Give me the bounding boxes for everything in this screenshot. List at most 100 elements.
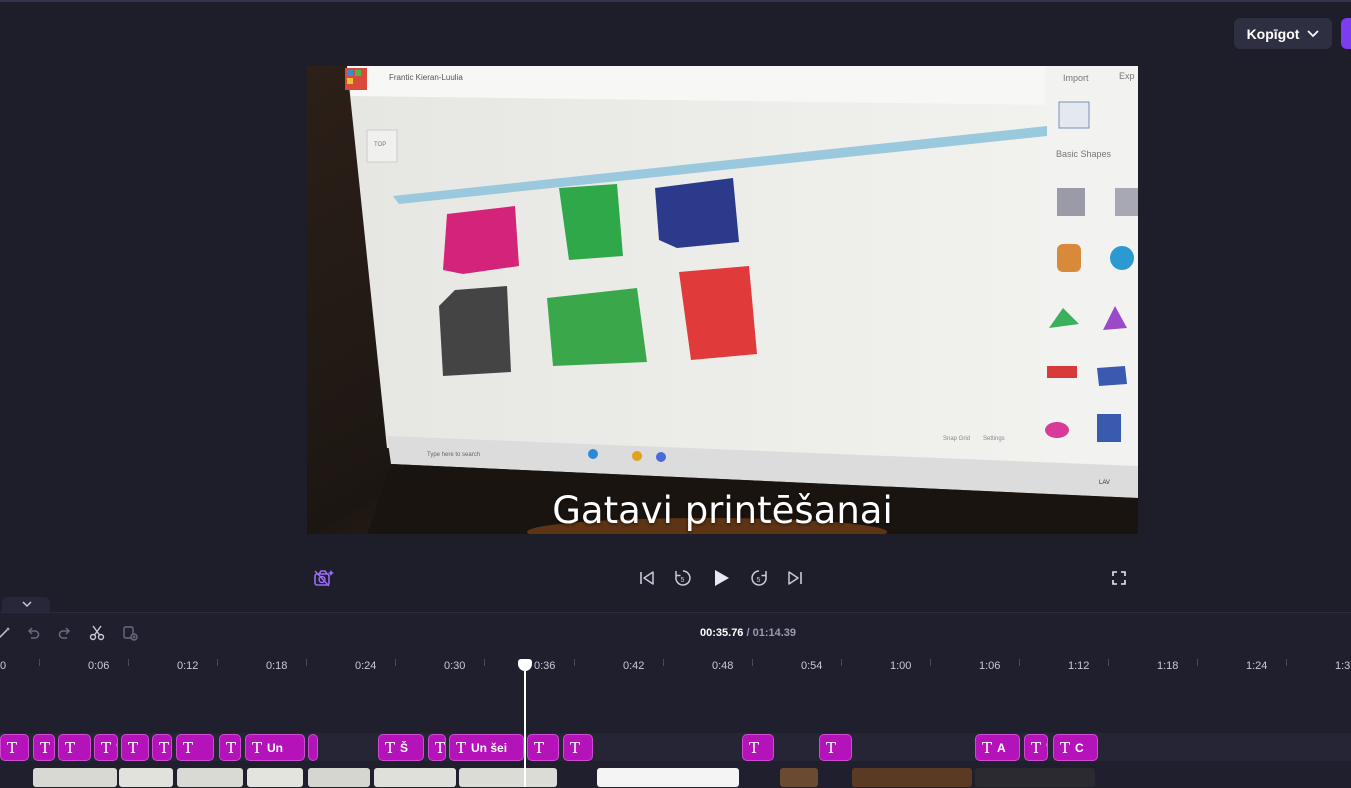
timeline-panel bbox=[0, 612, 1351, 788]
ruler-tick-label: 1:00 bbox=[890, 660, 912, 672]
camera-off-sparkle-icon[interactable] bbox=[313, 567, 335, 589]
scissors-icon[interactable] bbox=[88, 624, 106, 642]
text-clip[interactable]: T bbox=[742, 734, 774, 761]
ruler-tick-label: 0:24 bbox=[355, 660, 377, 672]
text-clip[interactable]: TA bbox=[975, 734, 1020, 761]
text-clip-label: Š bbox=[400, 740, 409, 755]
video-thumbnail[interactable] bbox=[374, 768, 456, 787]
text-clip[interactable]: TC bbox=[1053, 734, 1098, 761]
ruler-tick-label: 1:18 bbox=[1157, 660, 1179, 672]
view-cube-label: TOP bbox=[374, 142, 386, 148]
ruler-tick-label: 1:12 bbox=[1068, 660, 1090, 672]
text-clip[interactable]: T bbox=[819, 734, 852, 761]
text-clip[interactable]: T Un bbox=[245, 734, 305, 761]
ruler-tick-label: 0:54 bbox=[801, 660, 823, 672]
export-button[interactable]: Kopīgot bbox=[1234, 18, 1332, 49]
text-type-icon: T bbox=[385, 738, 396, 757]
rewind-5-icon[interactable]: 5 bbox=[673, 568, 693, 588]
ruler-tick-mark bbox=[663, 659, 664, 666]
text-type-icon: T bbox=[159, 738, 170, 757]
skip-back-icon[interactable] bbox=[637, 568, 657, 588]
text-type-icon: T bbox=[40, 738, 51, 757]
text-type-icon: T bbox=[749, 738, 760, 757]
chevron-down-icon bbox=[1307, 29, 1320, 37]
text-type-icon: T bbox=[982, 738, 993, 757]
text-clip-label: Un šei bbox=[471, 740, 508, 755]
skip-forward-icon[interactable] bbox=[785, 568, 805, 588]
video-thumbnail[interactable] bbox=[33, 768, 117, 787]
undo-icon[interactable] bbox=[24, 624, 42, 642]
ruler-tick-label: 0:18 bbox=[266, 660, 288, 672]
ruler-tick-label: 0:06 bbox=[88, 660, 110, 672]
ruler-tick-mark bbox=[1108, 659, 1109, 666]
text-clip[interactable]: T bbox=[152, 734, 172, 761]
text-clip[interactable]: T Un šei bbox=[449, 734, 524, 761]
export-label: Kopīgot bbox=[1246, 25, 1300, 42]
ruler-tick-label: 0:30 bbox=[444, 660, 466, 672]
video-thumbnail[interactable] bbox=[247, 768, 303, 787]
text-clip[interactable]: T bbox=[58, 734, 91, 761]
magic-wand-icon[interactable] bbox=[0, 624, 12, 642]
ruler-tick-mark bbox=[1019, 659, 1020, 666]
video-thumbnail[interactable] bbox=[459, 768, 557, 787]
text-clip[interactable]: TŠ bbox=[378, 734, 424, 761]
text-type-icon: T bbox=[826, 738, 837, 757]
ruler-tick-mark bbox=[39, 659, 40, 666]
ruler-tick-mark bbox=[1197, 659, 1198, 666]
chevron-down-icon bbox=[22, 601, 32, 608]
duplicate-icon[interactable] bbox=[121, 624, 139, 642]
text-clip[interactable]: T bbox=[121, 734, 149, 761]
text-clip-label: C bbox=[1075, 740, 1084, 755]
redo-icon[interactable] bbox=[56, 624, 74, 642]
video-thumbnail[interactable] bbox=[597, 768, 739, 787]
ruler-tick-mark bbox=[128, 659, 129, 666]
text-type-icon: T bbox=[128, 738, 139, 757]
text-clip-label: ' bbox=[1046, 741, 1047, 755]
text-clip-label: A bbox=[997, 740, 1006, 755]
export-tab-label: Exp bbox=[1119, 71, 1135, 81]
video-thumbnail[interactable] bbox=[780, 768, 818, 787]
timeline-ruler[interactable]: 0 0:06 0:12 0:18 0:24 0:30 0:36 0:42 0:48 0:54 1:0… bbox=[0, 655, 1351, 677]
current-time: 00:35.76 bbox=[700, 627, 744, 639]
play-icon[interactable] bbox=[710, 567, 732, 589]
text-clip[interactable]: T bbox=[0, 734, 29, 761]
fullscreen-icon[interactable] bbox=[1109, 568, 1129, 588]
video-thumbnail[interactable] bbox=[177, 768, 243, 787]
ruler-tick-mark bbox=[395, 659, 396, 666]
snap-grid-label: Snap Grid bbox=[943, 436, 970, 442]
collapse-timeline-button[interactable] bbox=[2, 597, 50, 612]
forward-5-icon[interactable]: 5 bbox=[749, 568, 769, 588]
text-type-icon: T bbox=[183, 738, 194, 757]
ruler-tick-mark bbox=[217, 659, 218, 666]
text-clip[interactable]: T' bbox=[1024, 734, 1048, 761]
text-clip[interactable] bbox=[308, 734, 318, 761]
text-clip[interactable]: T bbox=[527, 734, 559, 761]
svg-text:5: 5 bbox=[757, 577, 761, 584]
ruler-tick-mark bbox=[930, 659, 931, 666]
caption-text: Gatavi printēšanai bbox=[552, 489, 893, 532]
text-clip[interactable]: T' bbox=[219, 734, 241, 761]
text-type-icon: T bbox=[101, 738, 112, 757]
text-clip[interactable]: T bbox=[176, 734, 214, 761]
text-clip[interactable]: T bbox=[563, 734, 593, 761]
video-thumbnail[interactable] bbox=[308, 768, 370, 787]
ruler-tick-mark bbox=[574, 659, 575, 666]
ruler-tick-mark bbox=[752, 659, 753, 666]
text-type-icon: T bbox=[1031, 738, 1042, 757]
ruler-tick-label: 0 bbox=[0, 660, 7, 672]
ruler-tick-label: 1:3 bbox=[1335, 660, 1351, 672]
playhead-line bbox=[524, 668, 526, 787]
text-type-icon: T bbox=[226, 738, 237, 757]
text-clip-label: Un bbox=[267, 740, 284, 755]
video-thumbnail[interactable] bbox=[852, 768, 972, 787]
ruler-tick-label: 0:36 bbox=[534, 660, 556, 672]
text-clip[interactable]: T' bbox=[94, 734, 118, 761]
text-type-icon: T bbox=[1060, 738, 1071, 757]
ruler-tick-label: 0:48 bbox=[712, 660, 734, 672]
done-button[interactable] bbox=[1341, 18, 1351, 49]
video-thumbnail[interactable] bbox=[975, 768, 1095, 787]
text-clip[interactable]: T bbox=[428, 734, 446, 761]
text-type-icon: T bbox=[534, 738, 545, 757]
text-clip[interactable]: T' bbox=[33, 734, 55, 761]
video-thumbnail[interactable] bbox=[119, 768, 173, 787]
